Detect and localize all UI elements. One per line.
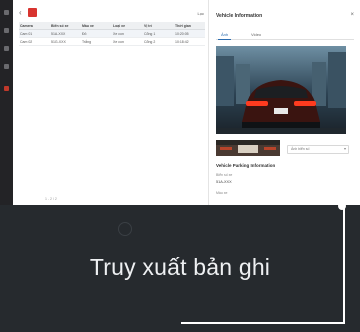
field-plate-label: Biển số xe [216,173,233,177]
field-color-label: Màu xe [216,191,228,195]
alert-icon[interactable] [4,86,9,91]
panel-title: Vehicle Information [216,13,263,19]
table-cell: Trắng [81,37,112,46]
left-nav-rail [0,0,13,205]
image-type-select[interactable]: Ảnh biển số ▾ [287,145,349,154]
plate-thumbnail-image [216,140,280,156]
app-logo [28,8,37,17]
table-row[interactable]: Cam 02 51G-XXX Trắng Xe con Cổng 2 10:18:42 [19,37,205,46]
tab-image[interactable]: Ảnh [221,32,228,37]
panel-tabs: Ảnh Video [216,31,354,40]
arrow-left-icon[interactable]: ‹ [19,9,27,17]
table-cell: Xe con [112,37,143,46]
table-cell: Đỏ [81,29,112,38]
field-plate-value: 51A-XXX [216,180,232,184]
column-header[interactable]: Thời gian [174,22,205,30]
table-cell: Cam 02 [19,37,50,46]
filter-button[interactable]: Lọc [198,11,204,16]
column-header[interactable]: Biển số xe [50,22,81,30]
pagination: 1 - 2 / 2 [45,197,57,201]
vehicle-photo[interactable] [216,46,346,134]
map-icon[interactable] [4,46,9,51]
column-header[interactable]: Màu xe [81,22,112,30]
parking-info-title: Vehicle Parking Information [216,163,276,168]
image-type-value: Ảnh biển số [291,147,310,151]
table-cell: Xe con [112,29,143,38]
table-cell: 10:18:42 [174,37,205,46]
table-cell: Cổng 1 [143,29,174,38]
active-tab-indicator [218,39,231,40]
plate-thumbnail[interactable] [216,140,280,156]
background-decoration [118,222,132,236]
column-header[interactable]: Vị trí [143,22,174,30]
close-icon[interactable]: × [350,12,354,18]
menu-icon[interactable] [4,10,9,15]
table-cell: Cổng 2 [143,37,174,46]
table-cell: 51G-XXX [50,37,81,46]
table-row[interactable]: Cam 01 51A-XXX Đỏ Xe con Cổng 1 10:20:05 [19,29,205,38]
records-table: Camera Biển số xe Màu xe Loại xe Vị trí Thời … [19,22,205,46]
settings-icon[interactable] [4,64,9,69]
table-cell: 10:20:05 [174,29,205,38]
column-header[interactable]: Camera [19,22,50,30]
camera-icon[interactable] [4,28,9,33]
callout-line-horizontal [181,322,344,324]
car-rear-image [216,46,346,134]
slide-caption: Truy xuất bản ghi [89,254,271,280]
tab-video[interactable]: Video [251,32,261,37]
chevron-down-icon: ▾ [343,146,346,151]
vehicle-info-panel: Vehicle Information × Ảnh Video Ảnh biển… [208,0,360,205]
column-header[interactable]: Loại xe [112,22,143,30]
table-cell: Cam 01 [19,29,50,38]
callout-line-vertical [343,207,345,324]
record-list: ‹ Lọc Camera Biển số xe Màu xe Loại xe Vị tr… [15,0,208,205]
table-cell: 51A-XXX [50,29,81,38]
app-screenshot: ‹ Lọc Camera Biển số xe Màu xe Loại xe Vị tr… [0,0,360,205]
